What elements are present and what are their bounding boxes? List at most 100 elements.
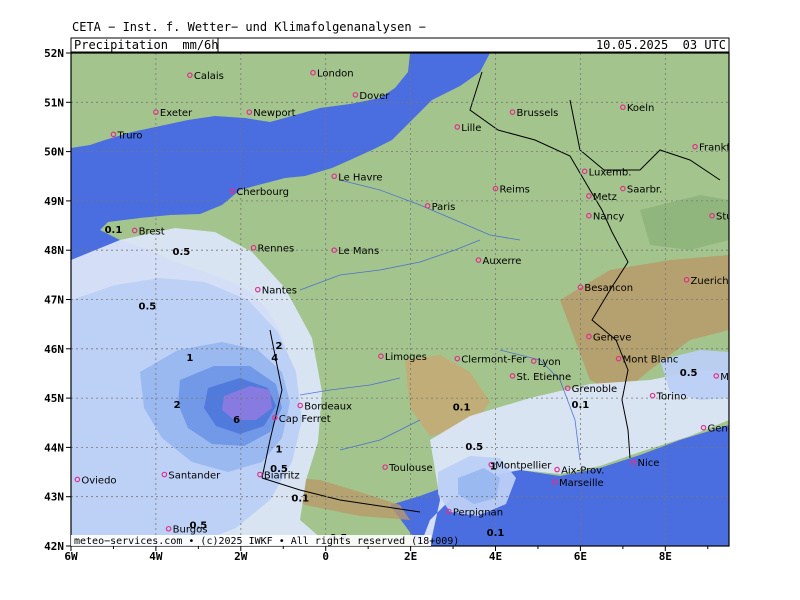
city-label: Stuttgart (716, 212, 761, 223)
city-marker: Le Havre (331, 172, 383, 183)
contour-value-label: 6 (233, 415, 240, 426)
city-label: Brussels (516, 108, 558, 119)
city-marker: Grenoble (564, 384, 618, 395)
lat-label: 48N (44, 244, 64, 257)
city-label: Cherbourg (236, 187, 289, 198)
city-label: Newport (253, 108, 295, 119)
contour-value-label: 2 (276, 341, 283, 352)
lat-label: 46N (44, 343, 64, 356)
city-label: Saarbr. (627, 185, 662, 196)
city-label: Dover (359, 91, 390, 102)
contour-value-label: 1 (276, 444, 283, 455)
city-marker: Stuttgart (709, 212, 761, 223)
city-marker: Exeter (153, 108, 193, 119)
city-label: Cap Ferret (279, 414, 331, 425)
city-marker: Saarbr. (620, 185, 662, 196)
contour-value-label: 2 (174, 400, 181, 411)
lat-label: 51N (44, 96, 64, 109)
city-marker: Santander (161, 471, 221, 482)
lat-label: 49N (44, 195, 64, 208)
contour-value-label: 0.1 (291, 494, 309, 505)
city-marker: Bordeaux (297, 401, 352, 412)
contour-value-label: 0.5 (270, 464, 288, 475)
city-marker: London (310, 69, 354, 80)
city-label: Lille (461, 123, 481, 134)
city-marker: Nantes (254, 286, 297, 297)
city-label: Metz (593, 192, 617, 203)
lon-label: 4E (489, 550, 502, 563)
city-label: Le Havre (338, 172, 382, 183)
city-marker: Perpignan (446, 507, 503, 518)
lat-label: 42N (44, 540, 64, 553)
city-label: Aix-Prov. (561, 466, 604, 477)
contour-value-label: 0.1 (105, 225, 123, 236)
city-label: Nancy (593, 212, 624, 223)
city-marker: Zuerich (683, 276, 729, 287)
city-marker: Besancon (577, 283, 633, 294)
city-label: Besancon (584, 283, 633, 294)
city-label: Clermont-Fer (461, 355, 527, 366)
lon-label: 6E (574, 550, 587, 563)
contour-value-label: 0.1 (453, 402, 471, 413)
city-label: Limoges (385, 352, 427, 363)
city-marker: Dover (352, 91, 390, 102)
lat-label: 43N (44, 491, 64, 504)
city-marker: Aix-Prov. (554, 466, 604, 477)
city-marker: Geneve (586, 332, 631, 343)
contour-value-label: 0.1 (487, 528, 505, 539)
city-label: Koeln (627, 103, 654, 114)
contour-value-label: 0.5 (139, 301, 157, 312)
city-marker: Rennes (250, 244, 294, 255)
contour-value-label: 1 (186, 353, 193, 364)
lon-label: 2W (234, 550, 248, 563)
city-marker: Genova (700, 424, 729, 435)
title-bar (70, 37, 730, 53)
city-label: Lyon (538, 357, 561, 368)
city-label: Milano (720, 372, 753, 383)
lon-label: 8E (659, 550, 672, 563)
city-label: Grenoble (572, 384, 618, 395)
city-label: Exeter (160, 108, 193, 119)
city-marker: Le Mans (331, 246, 379, 257)
city-label: Calais (194, 71, 224, 82)
city-marker: Calais (187, 71, 224, 82)
city-label: Marseille (559, 478, 604, 489)
city-label: Bordeaux (304, 401, 352, 412)
footer-credits: meteo−services.com • (c)2025 IWKF • All … (74, 536, 459, 547)
city-label: Santander (168, 471, 221, 482)
contour-value-label: 0.1 (572, 400, 590, 411)
city-marker: Milano (713, 372, 753, 383)
city-marker: Luxemb. (581, 167, 632, 178)
contour-value-label: 0.5 (173, 247, 191, 258)
city-label: Brest (139, 226, 165, 237)
city-label: Frankfurt (699, 143, 744, 154)
lat-label: 44N (44, 441, 64, 454)
city-marker: Reims (492, 185, 530, 196)
city-marker: Frankfurt (692, 143, 744, 154)
city-label: Nantes (262, 286, 297, 297)
contour-value-label: 0.5 (465, 442, 483, 453)
city-marker: Brussels (509, 108, 558, 119)
city-label: London (317, 69, 354, 80)
city-marker: Newport (246, 108, 296, 119)
city-marker: Torino (649, 392, 686, 403)
lon-label: 0 (322, 550, 329, 563)
lat-label: 45N (44, 392, 64, 405)
city-label: Nice (637, 458, 659, 469)
contour-value-label: 0.5 (189, 521, 207, 532)
city-label: Geneve (593, 332, 631, 343)
city-label: Perpignan (453, 507, 503, 518)
lat-label: 50N (44, 146, 64, 159)
contour-value-label: 1 (490, 462, 497, 473)
city-marker: Cap Ferret (271, 414, 331, 425)
city-label: Luxemb. (589, 167, 632, 178)
city-label: Reims (500, 185, 530, 196)
city-marker: Oviedo (74, 475, 117, 486)
city-label: Mont Blanc (623, 355, 679, 366)
city-label: Le Mans (338, 246, 379, 257)
lat-label: 47N (44, 294, 64, 307)
precipitation-map: Calais London Dover Exeter Newport Truro Lille… (44, 37, 761, 563)
contour-value-label: 4 (271, 353, 278, 364)
city-marker: Clermont-Fer (454, 355, 527, 366)
city-marker: St. Etienne (509, 372, 571, 383)
